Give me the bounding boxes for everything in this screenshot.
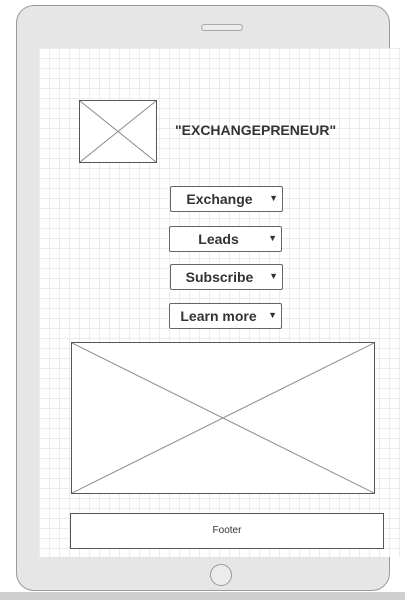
caret-down-icon: ▼ [269, 271, 278, 281]
learn-more-dropdown[interactable]: Learn more ▼ [169, 303, 282, 329]
subscribe-dropdown-label: Subscribe [185, 269, 254, 285]
footer: Footer [70, 513, 384, 549]
speaker-grille [201, 24, 243, 31]
tablet-frame: "EXCHANGEPRENEUR" Exchange ▼ Leads ▼ Sub… [16, 5, 401, 591]
leads-dropdown-label: Leads [198, 231, 239, 247]
screen-canvas: "EXCHANGEPRENEUR" Exchange ▼ Leads ▼ Sub… [39, 48, 401, 557]
caret-down-icon: ▼ [268, 310, 277, 320]
caret-down-icon: ▼ [269, 193, 278, 203]
learn-more-dropdown-label: Learn more [180, 308, 257, 324]
bottom-bar [0, 592, 405, 600]
home-button[interactable] [210, 564, 232, 586]
logo-image-placeholder [79, 100, 157, 163]
leads-dropdown[interactable]: Leads ▼ [169, 226, 282, 252]
app-title: "EXCHANGEPRENEUR" [175, 122, 337, 138]
image-placeholder-icon [72, 343, 374, 493]
image-placeholder-icon [80, 101, 156, 162]
caret-down-icon: ▼ [268, 233, 277, 243]
subscribe-dropdown[interactable]: Subscribe ▼ [170, 264, 283, 290]
exchange-dropdown-label: Exchange [186, 191, 253, 207]
footer-label: Footer [212, 525, 242, 536]
hero-image-placeholder [71, 342, 375, 494]
exchange-dropdown[interactable]: Exchange ▼ [170, 186, 283, 212]
